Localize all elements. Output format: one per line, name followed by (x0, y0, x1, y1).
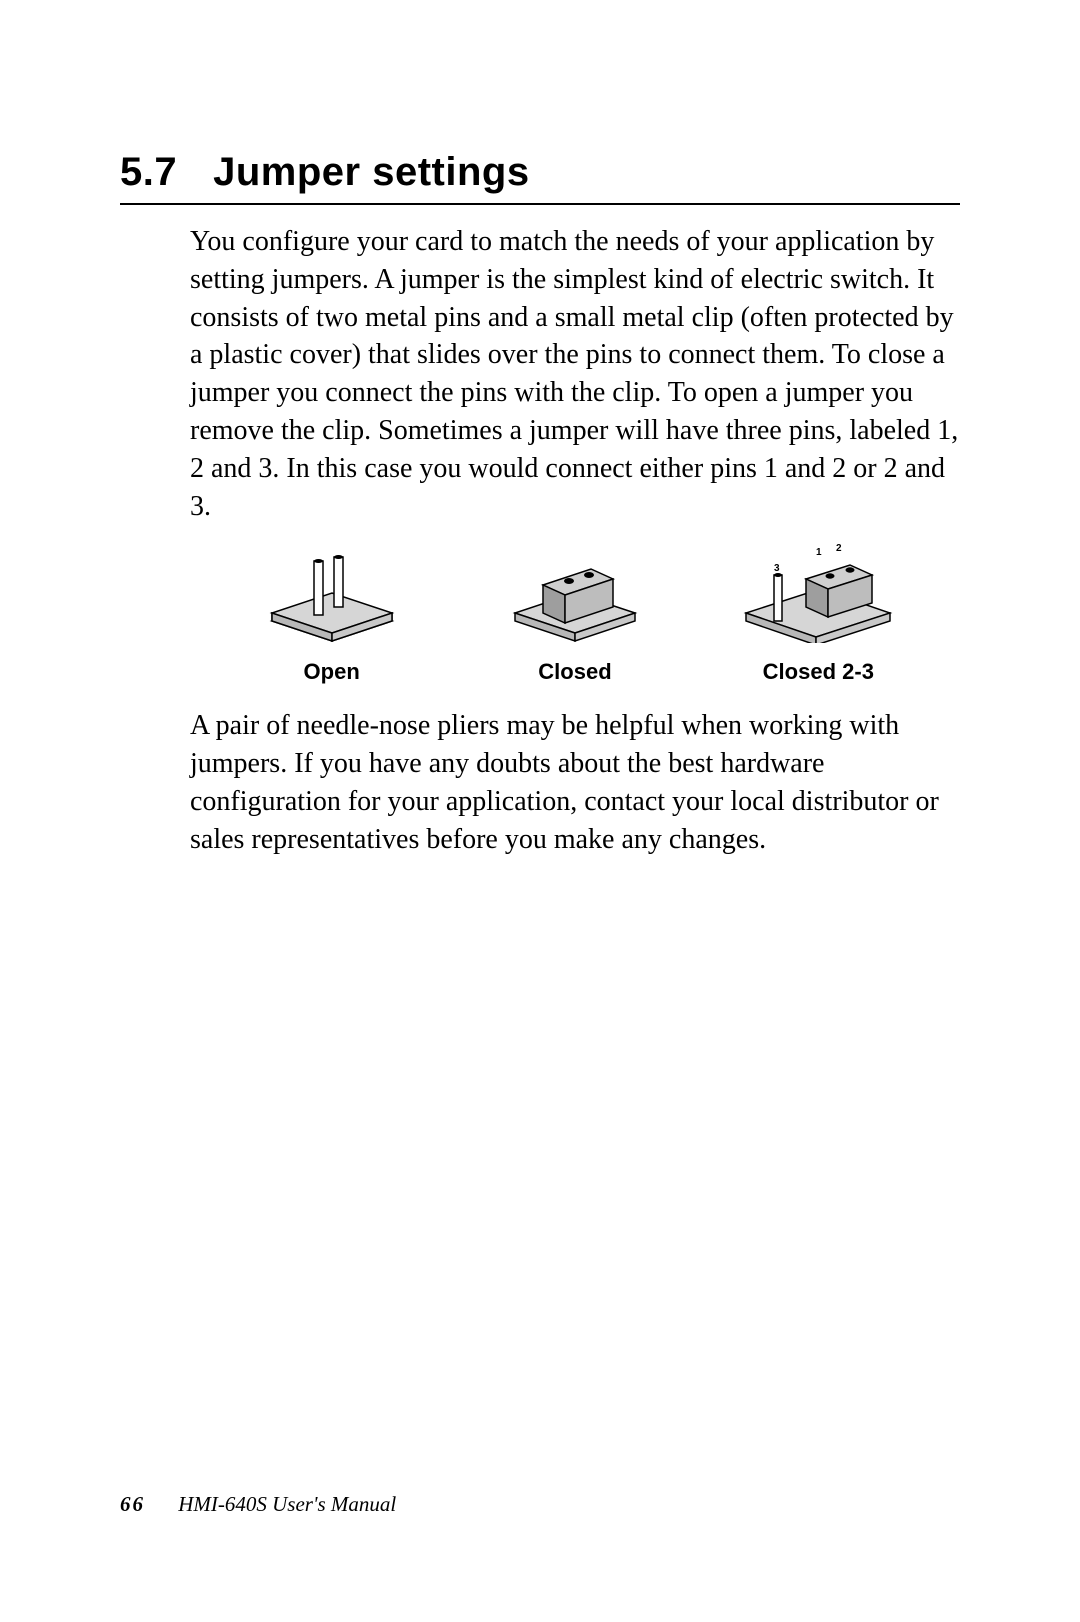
section-title: Jumper settings (213, 150, 529, 195)
figure-open: Open (222, 543, 442, 685)
figure-closed: Closed (465, 543, 685, 685)
jumper-closed-icon (495, 543, 655, 643)
page-number: 66 (120, 1492, 145, 1516)
figure-closed-caption: Closed (538, 659, 611, 685)
section-number: 5.7 (120, 150, 177, 195)
page: 5.7 Jumper settings You configure your c… (0, 0, 1080, 1622)
figure-closed-2-3: 1 2 3 Closed 2-3 (708, 543, 928, 685)
jumper-open-icon (252, 543, 412, 643)
pin-label-1: 1 (816, 547, 822, 558)
page-footer: 66 HMI-640S User's Manual (120, 1492, 396, 1517)
paragraph-2: A pair of needle-nose pliers may be help… (190, 707, 960, 858)
figure-closed-2-3-caption: Closed 2-3 (763, 659, 874, 685)
section-heading: 5.7 Jumper settings (120, 150, 960, 205)
document-title: HMI-640S User's Manual (178, 1492, 396, 1516)
jumper-closed-2-3-icon: 1 2 3 (728, 543, 908, 643)
paragraph-1: You configure your card to match the nee… (190, 223, 960, 525)
pin-label-3: 3 (774, 563, 780, 574)
figure-row: Open Closed (210, 543, 940, 685)
pin-label-2: 2 (836, 543, 842, 554)
body-content: You configure your card to match the nee… (190, 223, 960, 859)
figure-open-caption: Open (304, 659, 360, 685)
